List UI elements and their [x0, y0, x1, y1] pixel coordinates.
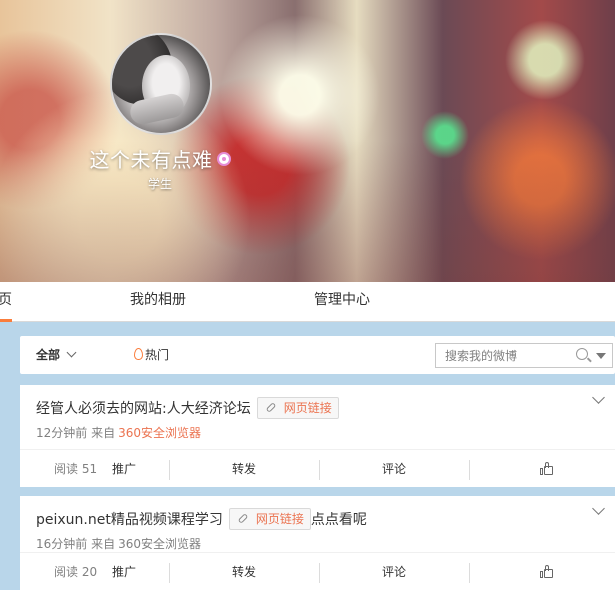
feed-filter-bar: 全部 热门	[20, 336, 615, 374]
action-divider	[169, 460, 170, 480]
read-count: 阅读 51	[54, 462, 98, 476]
comment-button[interactable]: 评论	[382, 553, 406, 590]
chevron-down-icon	[66, 347, 77, 358]
filter-all-label: 全部	[36, 348, 61, 362]
cover-banner	[0, 0, 615, 282]
profile-name[interactable]: 这个未有点难	[90, 148, 213, 172]
action-divider	[469, 563, 470, 583]
fire-icon	[134, 348, 143, 360]
repost-button[interactable]: 转发	[232, 553, 256, 590]
feed-item: peixun.net精品视频课程学习 网页链接 点点看呢 16分钟前 来自 360安全…	[20, 496, 615, 590]
post-menu-chevron-icon[interactable]	[592, 391, 605, 404]
like-thumb-icon[interactable]	[540, 565, 553, 578]
read-count: 阅读 20	[54, 565, 98, 579]
filter-hot[interactable]: 热门	[134, 336, 169, 374]
filter-all-dropdown[interactable]: 全部	[36, 336, 77, 374]
post-time[interactable]: 16分钟前	[36, 537, 87, 551]
post-menu-chevron-icon[interactable]	[592, 502, 605, 515]
post-meta: 12分钟前 来自 360安全浏览器	[36, 424, 201, 441]
post-text-after: 点点看呢	[310, 512, 367, 528]
feed-item: 经管人必须去的网站:人大经济论坛 网页链接 12分钟前 来自 360安全浏览器 阅读…	[20, 385, 615, 487]
post-meta: 16分钟前 来自 360安全浏览器	[36, 535, 201, 552]
profile-name-row: 这个未有点难	[0, 144, 320, 173]
post-actions: 阅读 20 推广 转发 评论	[20, 552, 615, 590]
web-link-label: 网页链接	[255, 512, 304, 526]
action-divider	[319, 460, 320, 480]
post-text: 经管人必须去的网站:人大经济论坛 网页链接	[36, 397, 339, 419]
post-source[interactable]: 360安全浏览器	[118, 426, 201, 440]
avatar[interactable]	[110, 33, 212, 135]
web-link-button[interactable]: 网页链接	[228, 508, 311, 530]
verified-badge-icon[interactable]	[216, 152, 231, 166]
action-divider	[469, 460, 470, 480]
post-source[interactable]: 360安全浏览器	[118, 537, 201, 551]
search-box	[435, 343, 613, 368]
tab-album[interactable]: 我的相册	[130, 282, 186, 322]
link-icon	[237, 513, 249, 524]
tab-home-label: 首页	[0, 292, 12, 308]
repost-button[interactable]: 转发	[232, 450, 256, 488]
post-text-body: peixun.net精品视频课程学习	[36, 512, 223, 528]
post-from-label: 来自	[91, 426, 116, 440]
action-divider	[169, 563, 170, 583]
web-link-button[interactable]: 网页链接	[256, 397, 339, 419]
promote-button[interactable]: 推广	[112, 553, 136, 590]
promote-button[interactable]: 推广	[112, 450, 136, 488]
post-text-body: 经管人必须去的网站:人大经济论坛	[36, 401, 251, 417]
search-icon[interactable]	[576, 348, 588, 360]
post-from-label: 来自	[91, 537, 116, 551]
tab-manage[interactable]: 管理中心	[314, 282, 370, 322]
profile-role: 学生	[147, 177, 172, 191]
filter-hot-label: 热门	[145, 348, 170, 362]
post-actions: 阅读 51 推广 转发 评论	[20, 449, 615, 487]
action-divider	[319, 563, 320, 583]
search-options-caret-icon[interactable]	[596, 353, 606, 359]
comment-button[interactable]: 评论	[382, 450, 406, 488]
post-text: peixun.net精品视频课程学习 网页链接 点点看呢	[36, 508, 367, 530]
search-input[interactable]	[436, 344, 566, 367]
link-icon	[265, 402, 277, 413]
web-link-label: 网页链接	[283, 401, 332, 415]
like-thumb-icon[interactable]	[540, 462, 553, 475]
tab-home[interactable]: 首页	[0, 282, 12, 322]
post-time[interactable]: 12分钟前	[36, 426, 87, 440]
profile-nav: 首页 我的相册 管理中心	[0, 282, 615, 322]
